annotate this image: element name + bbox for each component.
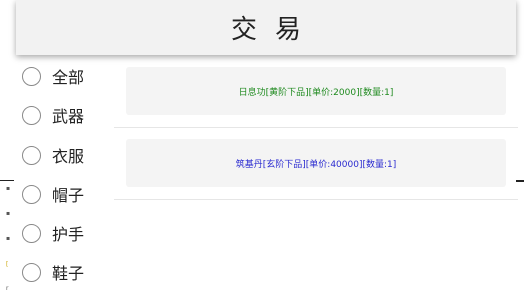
radio-icon[interactable] xyxy=(22,262,41,282)
page-title: 交易 xyxy=(230,15,319,45)
radio-icon[interactable] xyxy=(22,105,41,125)
filter-label: 帽子 xyxy=(52,186,85,205)
edge-glyph: [ xyxy=(6,261,9,268)
divider-left xyxy=(0,180,14,181)
filter-hat[interactable]: 帽子 xyxy=(22,179,114,209)
list-divider xyxy=(114,127,518,128)
radio-icon[interactable] xyxy=(22,66,41,86)
edge-glyph: ▪ xyxy=(6,235,11,242)
filter-gloves[interactable]: 护手 xyxy=(22,218,114,248)
list-divider xyxy=(114,199,518,200)
edge-glyph: ▪ xyxy=(6,210,11,217)
list-item[interactable]: 筑基丹[玄阶下品][单价:40000][数量:1] xyxy=(126,139,506,187)
filter-clothes[interactable]: 衣服 xyxy=(22,140,114,170)
divider-right xyxy=(516,180,524,182)
filter-label: 护手 xyxy=(52,225,85,244)
edge-glyph: ▪ xyxy=(6,185,11,192)
filter-weapon[interactable]: 武器 xyxy=(22,100,114,130)
edge-glyph: r xyxy=(6,285,9,292)
item-text: 筑基丹[玄阶下品][单价:40000][数量:1] xyxy=(235,159,397,170)
filter-all[interactable]: 全部 xyxy=(22,61,114,91)
filter-label: 武器 xyxy=(52,107,85,126)
dialog-header: 交易 xyxy=(16,0,516,55)
item-text: 日息功[黄阶下品][单价:2000][数量:1] xyxy=(238,87,394,98)
filter-label: 鞋子 xyxy=(52,264,85,283)
filter-label: 衣服 xyxy=(52,147,85,166)
filter-shoes[interactable]: 鞋子 xyxy=(22,257,114,287)
left-edge-fragments: ▪ ▪ ▪ [ r xyxy=(0,0,16,294)
radio-icon[interactable] xyxy=(22,223,41,243)
list-item[interactable]: 日息功[黄阶下品][单价:2000][数量:1] xyxy=(126,67,506,115)
radio-icon[interactable] xyxy=(22,184,41,204)
filter-label: 全部 xyxy=(52,68,85,87)
radio-icon[interactable] xyxy=(22,145,41,165)
